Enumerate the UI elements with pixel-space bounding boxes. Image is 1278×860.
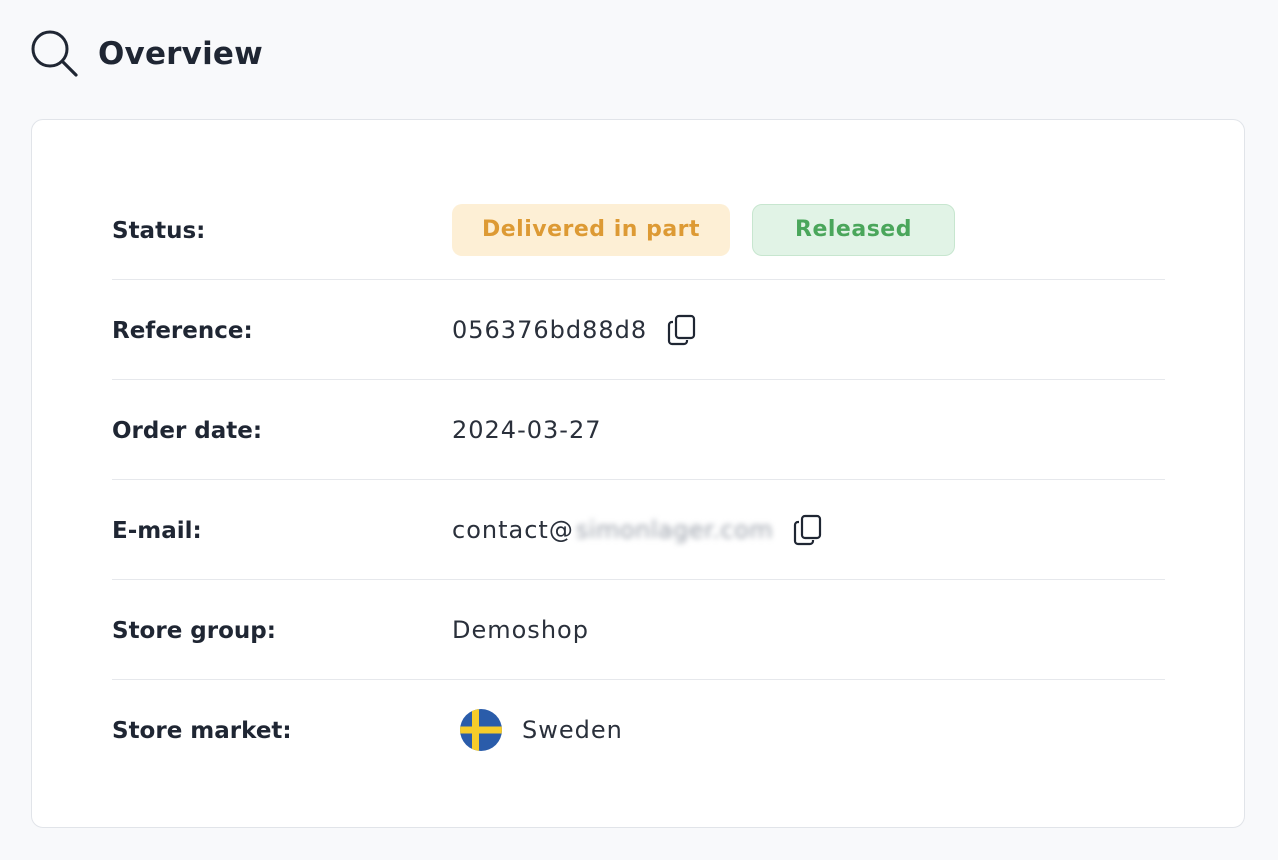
page-title: Overview (98, 36, 263, 72)
store-market-row: Store market: Sweden (112, 680, 1165, 780)
email-value-wrap: contact@ simonlager.com (452, 514, 823, 546)
store-market-label: Store market: (112, 718, 292, 744)
email-label: E-mail: (112, 517, 202, 544)
email-blurred-part: simonlager.com (575, 515, 774, 544)
store-market-value: Sweden (522, 716, 623, 744)
details-list: Status: Delivered in part Released Refer… (112, 180, 1165, 780)
reference-value-wrap: 056376bd88d8 (452, 314, 697, 346)
order-date-value: 2024-03-27 (452, 415, 602, 444)
reference-value: 056376bd88d8 (452, 315, 648, 344)
email-visible-part: contact@ (452, 515, 574, 544)
overview-card: Status: Delivered in part Released Refer… (31, 119, 1245, 828)
reference-row: Reference: 056376bd88d8 (112, 280, 1165, 380)
order-date-label: Order date: (112, 417, 263, 444)
status-badge-released: Released (752, 203, 955, 256)
status-row: Status: Delivered in part Released (112, 180, 1165, 280)
copy-icon[interactable] (667, 314, 697, 346)
status-label: Status: (112, 217, 206, 244)
store-group-label: Store group: (112, 617, 276, 644)
copy-icon[interactable] (793, 514, 823, 546)
store-group-row: Store group: Demoshop (112, 580, 1165, 680)
store-market-value-wrap: Sweden (452, 709, 623, 751)
order-date-row: Order date: 2024-03-27 (112, 380, 1165, 480)
email-row: E-mail: contact@ simonlager.com (112, 480, 1165, 580)
email-value: contact@ simonlager.com (452, 516, 773, 544)
status-value: Delivered in part Released (452, 203, 977, 256)
status-badge-delivered: Delivered in part (452, 203, 731, 256)
overview-header: Overview (28, 28, 263, 80)
sweden-flag-icon (460, 709, 502, 751)
search-icon (28, 28, 80, 80)
store-group-value: Demoshop (452, 615, 589, 644)
reference-label: Reference: (112, 317, 253, 344)
